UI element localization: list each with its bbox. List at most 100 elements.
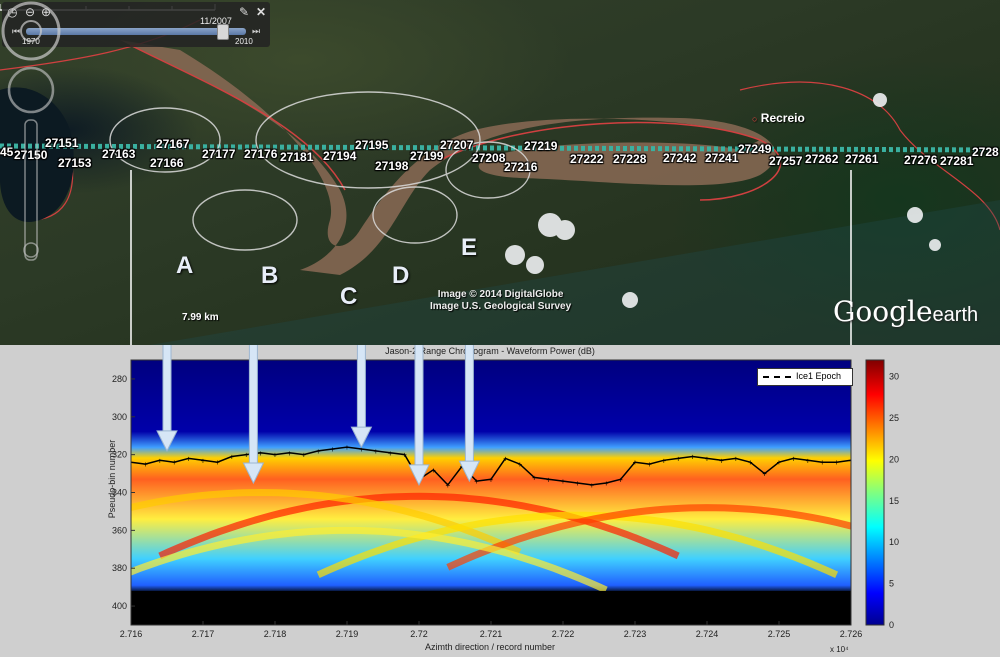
x-tick-label: 2.716 — [120, 629, 143, 639]
google-earth-logo: Googleearth — [833, 295, 979, 328]
annotation-arrow — [414, 345, 424, 468]
close-icon[interactable]: ✕ — [256, 5, 266, 19]
ice1-epoch-point: + — [575, 479, 580, 488]
track-label: 27228 — [613, 152, 647, 166]
wrench-icon[interactable]: ✎ — [239, 5, 249, 19]
x-tick-label: 2.717 — [192, 629, 215, 639]
ice1-epoch-point: + — [589, 481, 594, 490]
ice1-epoch-point: + — [258, 449, 263, 458]
annotation-c: C — [340, 283, 358, 310]
ice1-epoch-point: + — [820, 458, 825, 467]
ice1-epoch-point: + — [157, 456, 162, 465]
ice1-epoch-point: + — [676, 454, 681, 463]
track-label: 2728 — [972, 145, 999, 159]
ice1-epoch-point: + — [604, 479, 609, 488]
ice1-epoch-point: + — [546, 475, 551, 484]
ice1-epoch-point: + — [474, 477, 479, 486]
slider-thumb[interactable] — [217, 24, 229, 40]
track-label: 27241 — [705, 151, 739, 165]
ice1-epoch-point: + — [719, 456, 724, 465]
ice1-epoch-point: + — [834, 458, 839, 467]
ice1-epoch-point: + — [402, 451, 407, 460]
x-tick-label: 2.723 — [624, 629, 647, 639]
slider-end: 2010 — [235, 37, 253, 46]
no-signal-region — [131, 590, 851, 625]
ice1-epoch-point: + — [330, 445, 335, 454]
chronogram-chart: + + + + + + + + + + + + + + + + + + + + + + + + + + + + + + + + + + + + + + + +… — [112, 345, 899, 639]
annotation-b: B — [261, 262, 279, 289]
ice1-epoch-point: + — [503, 454, 508, 463]
ice1-epoch-point: + — [489, 475, 494, 484]
x-tick-label: 2.718 — [264, 629, 287, 639]
place-name: Recreio — [760, 111, 805, 125]
ice1-epoch-point: + — [805, 456, 810, 465]
track-label: 27163 — [102, 147, 136, 161]
navigation-controls[interactable] — [0, 0, 62, 270]
ice1-epoch-point: + — [532, 473, 537, 482]
ice1-epoch-point: + — [215, 458, 220, 467]
track-label: 27261 — [845, 152, 879, 166]
ice1-epoch-point: + — [661, 456, 666, 465]
imagery-credit: Image © 2014 DigitalGlobe Image U.S. Geo… — [430, 289, 571, 313]
ice1-epoch-point: + — [561, 477, 566, 486]
track-label: 27216 — [504, 160, 538, 174]
place-marker-icon: ○ — [752, 114, 758, 124]
legend-label: Ice1 Epoch — [796, 371, 842, 381]
ice1-epoch-point: + — [762, 470, 767, 479]
ice1-epoch-point: + — [345, 443, 350, 452]
y-tick-label: 400 — [112, 601, 127, 611]
x-tick-label: 2.72 — [410, 629, 428, 639]
map-view[interactable]: 27150 27151 27153 27163 27167 27166 2717… — [0, 0, 1000, 345]
track-label: 27198 — [375, 159, 409, 173]
ice1-epoch-point: + — [517, 460, 522, 469]
ice1-epoch-point: + — [445, 481, 450, 490]
colorbar-tick-label: 10 — [889, 537, 899, 547]
compass-icon — [1, 1, 61, 61]
ice1-epoch-point: + — [301, 451, 306, 460]
track-label: 27194 — [323, 149, 357, 163]
x-tick-label: 2.724 — [696, 629, 719, 639]
legend-swatch — [763, 376, 791, 378]
x-tick-label: 2.725 — [768, 629, 791, 639]
track-label: 27207 — [440, 138, 474, 152]
ice1-epoch-point: + — [633, 458, 638, 467]
track-label: 27222 — [570, 152, 604, 166]
track-label: 27281 — [940, 154, 974, 168]
colorbar-tick-label: 5 — [889, 579, 894, 589]
colorbar-tick-label: 30 — [889, 372, 899, 382]
y-tick-label: 280 — [112, 374, 127, 384]
track-label: 27167 — [156, 137, 190, 151]
ice1-epoch-point: + — [201, 456, 206, 465]
ice1-epoch-point: + — [705, 454, 710, 463]
ice1-epoch-point: + — [273, 451, 278, 460]
ice1-epoch-point: + — [777, 458, 782, 467]
track-label: 27208 — [472, 151, 506, 165]
ice1-epoch-point: + — [431, 466, 436, 475]
slider-forward-icon[interactable]: ⏭ — [252, 26, 260, 37]
track-label: 27262 — [805, 152, 839, 166]
ice1-epoch-point: + — [172, 458, 177, 467]
track-label: 27153 — [58, 156, 92, 170]
annotation-a: A — [176, 252, 194, 279]
track-label: 27276 — [904, 153, 938, 167]
x-axis-exponent: x 10⁴ — [830, 645, 849, 654]
x-tick-label: 2.722 — [552, 629, 575, 639]
ice1-epoch-point: + — [186, 454, 191, 463]
ice1-epoch-point: + — [373, 447, 378, 456]
colorbar-tick-label: 15 — [889, 496, 899, 506]
scale-label: 7.99 km — [182, 312, 219, 323]
x-axis-label: Azimth direction / record number — [424, 642, 556, 652]
annotation-d: D — [392, 262, 410, 289]
x-tick-label: 2.721 — [480, 629, 503, 639]
place-label[interactable]: ○ Recreio — [752, 111, 805, 125]
chart-legend: Ice1 Epoch — [757, 368, 853, 386]
credit-line: Image U.S. Geological Survey — [430, 301, 572, 312]
track-label: 27199 — [410, 149, 444, 163]
x-tick-label: 2.719 — [336, 629, 359, 639]
annotation-arrow — [464, 345, 474, 464]
zoom-slider-icon — [24, 119, 38, 261]
track-label: 27177 — [202, 147, 236, 161]
ice1-epoch-point: + — [791, 454, 796, 463]
y-axis-label: Pseudo-bin number — [107, 439, 117, 519]
ice1-epoch-point: + — [316, 447, 321, 456]
